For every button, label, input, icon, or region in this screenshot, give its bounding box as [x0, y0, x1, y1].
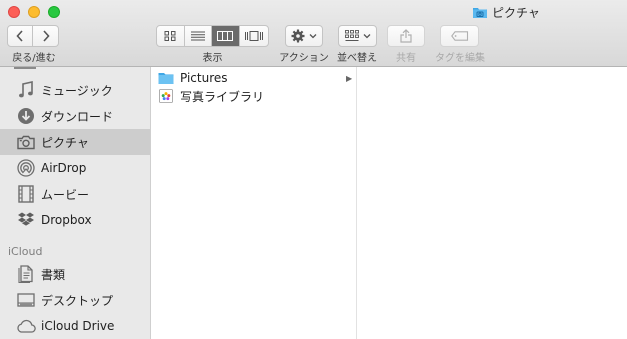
sidebar-item-label: ダウンロード: [41, 109, 114, 124]
chevron-left-icon: [16, 30, 23, 42]
maximize-button[interactable]: [48, 6, 60, 18]
toolbar: ピクチャ 戻る/進む 表示 アクション 並べ替え 共有 タグを編集: [0, 0, 627, 67]
column-view-button[interactable]: [212, 26, 240, 46]
tag-icon: [450, 31, 468, 41]
cover-flow-icon: [244, 31, 263, 41]
share-icon: [400, 29, 412, 43]
finder-window: ピクチャ 戻る/進む 表示 アクション 並べ替え 共有 タグを編集 ミュージック…: [0, 0, 627, 339]
sidebar-item-icloud-drive[interactable]: iCloud Drive: [0, 313, 150, 339]
scrolled-item-fragment: [14, 67, 36, 69]
disclosure-arrow-icon: ▶: [346, 73, 353, 83]
chevron-right-icon: [42, 30, 50, 42]
chevron-down-icon: [309, 34, 317, 39]
file-name: 写真ライブラリ: [180, 89, 265, 104]
column-divider[interactable]: [356, 67, 357, 339]
edit-tags-button[interactable]: [440, 25, 479, 47]
camera-folder-icon: [473, 7, 487, 18]
gallery-view-button[interactable]: [240, 26, 268, 46]
columns-icon: [217, 31, 234, 41]
photos-library-icon: [159, 89, 173, 103]
sidebar-item-label: iCloud Drive: [41, 319, 115, 333]
arrange-icon: [344, 30, 359, 41]
desktop-icon: [16, 290, 36, 310]
icon-view-button[interactable]: [157, 26, 185, 46]
folder-icon: [158, 73, 174, 84]
sidebar-item-music[interactable]: ミュージック: [0, 77, 150, 103]
sidebar-item-airdrop[interactable]: AirDrop: [0, 155, 150, 181]
sidebar-item-label: デスクトップ: [41, 293, 114, 308]
camera-icon: [16, 132, 36, 152]
sidebar-item-label: Dropbox: [41, 213, 92, 227]
document-icon: [16, 264, 36, 284]
sidebar-item-documents[interactable]: 書類: [0, 261, 150, 287]
sidebar-item-label: ピクチャ: [41, 135, 89, 150]
sidebar-item-desktop[interactable]: デスクトップ: [0, 287, 150, 313]
arrange-button[interactable]: [338, 25, 377, 47]
film-icon: [16, 184, 36, 204]
download-icon: [16, 106, 36, 126]
icloud-section-header: iCloud: [8, 245, 43, 258]
file-row-photos-library[interactable]: 写真ライブラリ: [152, 87, 356, 105]
sidebar-item-downloads[interactable]: ダウンロード: [0, 103, 150, 129]
share-label: 共有: [396, 53, 416, 64]
sidebar-item-label: ムービー: [41, 187, 90, 202]
grid-icon: [164, 31, 176, 41]
close-button[interactable]: [8, 6, 20, 18]
share-button[interactable]: [387, 25, 425, 47]
file-name: Pictures: [180, 71, 228, 85]
nav-buttons: [7, 25, 59, 47]
sidebar-item-label: AirDrop: [41, 161, 87, 175]
chevron-down-icon: [363, 34, 370, 39]
sidebar-item-dropbox[interactable]: Dropbox: [0, 207, 150, 233]
list-icon: [190, 31, 205, 41]
cloud-icon: [16, 316, 36, 336]
music-note-icon: [16, 80, 36, 100]
window-title-text: ピクチャ: [492, 5, 540, 20]
nav-label: 戻る/進む: [12, 53, 56, 64]
sidebar-item-label: 書類: [41, 267, 66, 282]
airdrop-icon: [16, 158, 36, 178]
view-mode-group: [156, 25, 269, 47]
dropbox-icon: [16, 210, 36, 230]
sidebar-item-pictures[interactable]: ピクチャ: [0, 129, 150, 155]
arrange-label: 並べ替え: [337, 53, 377, 64]
list-view-button[interactable]: [185, 26, 213, 46]
view-label: 表示: [202, 53, 223, 64]
file-row-pictures[interactable]: Pictures ▶: [152, 69, 356, 87]
forward-button[interactable]: [33, 25, 59, 47]
minimize-button[interactable]: [28, 6, 40, 18]
action-label: アクション: [279, 53, 329, 64]
back-button[interactable]: [7, 25, 33, 47]
sidebar-item-movies[interactable]: ムービー: [0, 181, 150, 207]
gear-icon: [291, 29, 305, 43]
column-browser: [152, 67, 627, 339]
window-title: ピクチャ: [472, 4, 540, 20]
sidebar: ミュージック ダウンロード ピクチャ AirDrop ムービー Dropbox …: [0, 67, 151, 339]
edit-tags-label: タグを編集: [435, 53, 485, 64]
sidebar-item-label: ミュージック: [41, 83, 113, 98]
action-button[interactable]: [285, 25, 323, 47]
